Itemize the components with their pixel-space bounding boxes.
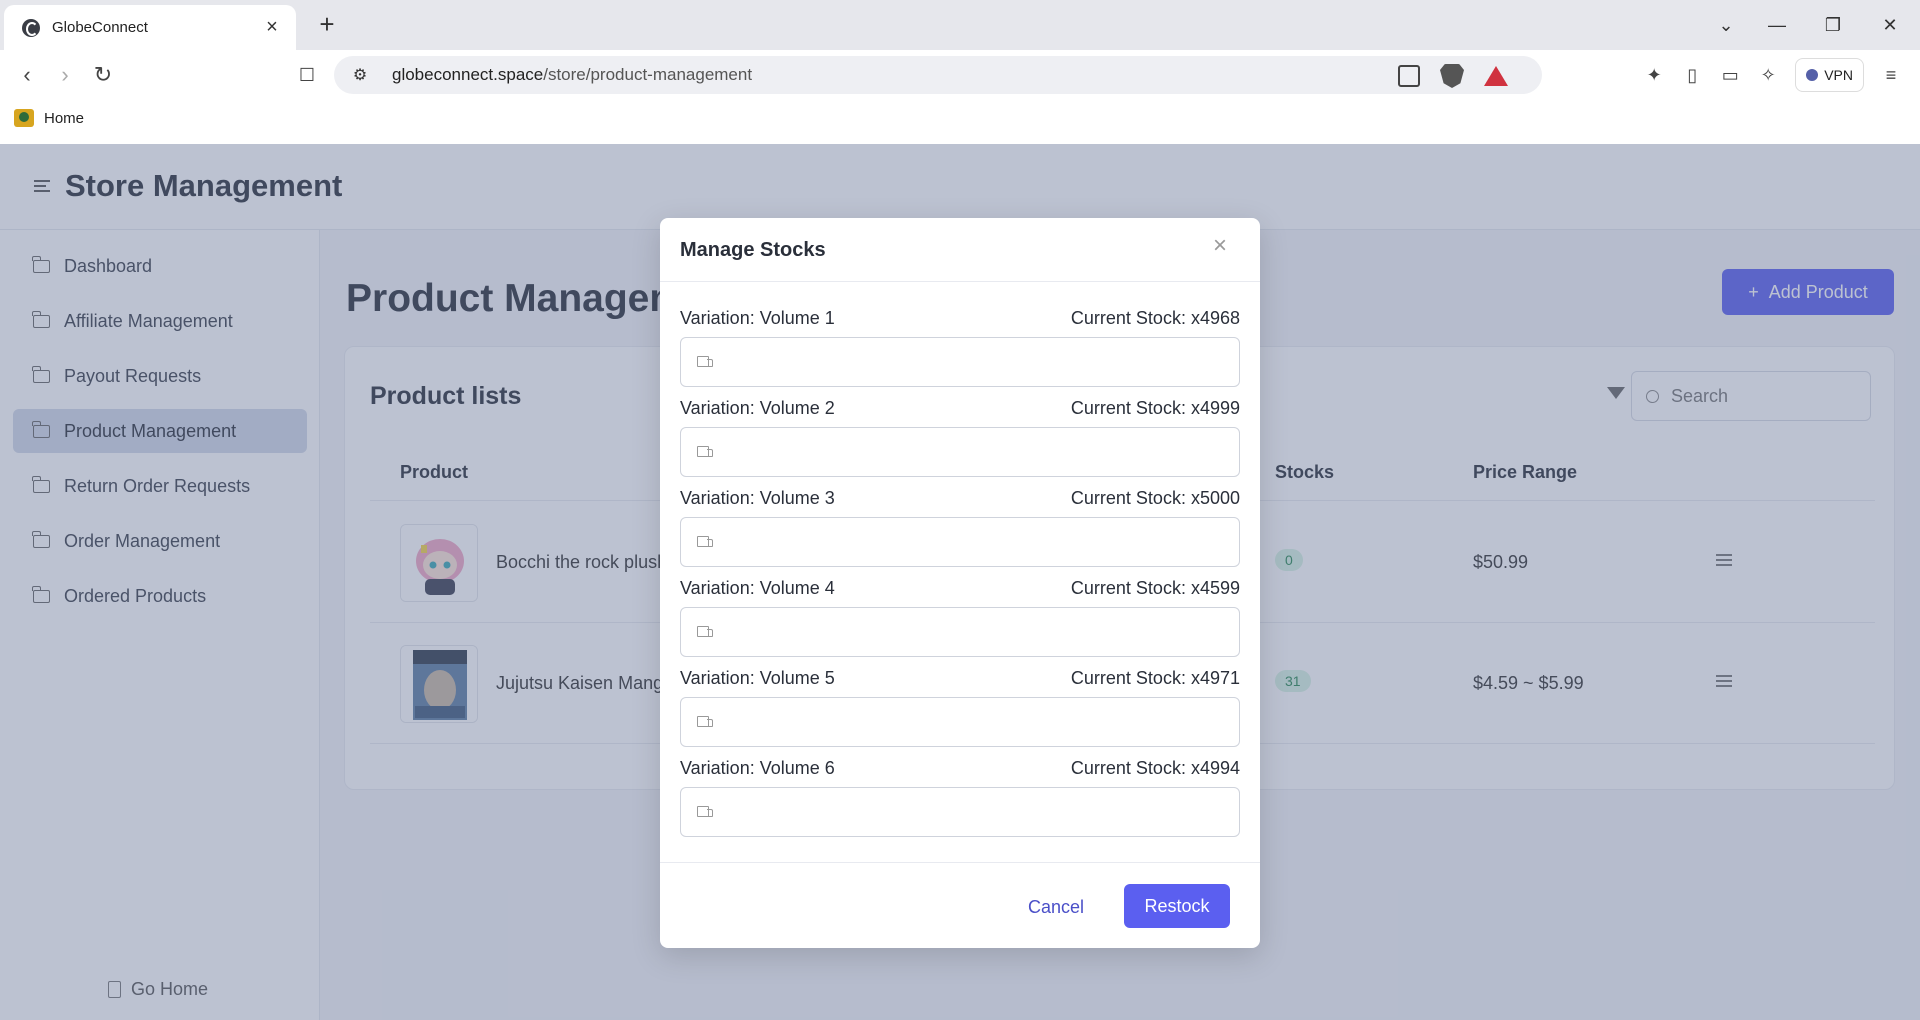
extensions-icon[interactable]: ✦ [1643,64,1665,86]
bookmark-home[interactable]: Home [14,109,84,127]
bookmark-icon[interactable]: ☐ [292,60,322,90]
current-stock: Current Stock: x4971 [1070,668,1240,688]
tab-search-chevron-icon[interactable]: ⌄ [1706,10,1746,40]
current-stock: Current Stock: x4599 [1070,578,1240,598]
restock-quantity-input[interactable] [725,429,1239,475]
restock-quantity-input[interactable] [725,699,1239,745]
url-actions [1398,64,1508,88]
share-icon[interactable] [1398,65,1420,87]
back-icon[interactable]: ‹ [12,60,42,90]
restore-icon[interactable]: ❐ [1813,10,1853,40]
variation-label: Variation: Volume 2 [680,398,835,418]
restock-quantity-input[interactable] [725,519,1239,565]
current-stock: Current Stock: x4999 [1070,398,1240,418]
url-path: /store/product-management [543,65,753,84]
wallet-icon[interactable]: ▭ [1719,64,1741,86]
truck-icon [697,806,713,818]
minimize-icon[interactable]: — [1757,10,1797,40]
tab-title: GlobeConnect [52,19,148,36]
brave-shield-icon[interactable] [1440,64,1464,88]
restock-quantity-field[interactable] [680,607,1240,657]
restock-quantity-field[interactable] [680,697,1240,747]
restock-quantity-input[interactable] [725,789,1239,835]
site-settings-icon[interactable]: ⚙ [348,65,372,85]
url-host: globeconnect.space [392,65,544,84]
restock-quantity-field[interactable] [680,517,1240,567]
variation-label: Variation: Volume 3 [680,488,835,508]
modal-header: Manage Stocks × [660,218,1260,282]
truck-icon [697,716,713,728]
restock-quantity-input[interactable] [725,609,1239,655]
bookmark-folder-icon [14,109,34,127]
restock-quantity-input[interactable] [725,339,1239,385]
leo-ai-icon[interactable]: ✧ [1757,64,1779,86]
browser-tab-bar: GlobeConnect × + ⌄ — ❐ ✕ [0,0,1920,50]
manage-stocks-modal: Manage Stocks × Variation: Volume 1 Curr… [660,218,1260,948]
vpn-button[interactable]: VPN [1795,58,1864,92]
tab-close-icon[interactable]: × [262,16,282,39]
menu-icon[interactable]: ≡ [1880,64,1902,86]
modal-footer: Cancel Restock [660,862,1260,948]
variation-row: Variation: Volume 6 Current Stock: x4994 [680,758,1240,848]
browser-right-icons: ✦ ▯ ▭ ✧ VPN ≡ [1643,58,1902,92]
vpn-status-icon [1806,69,1819,81]
address-bar[interactable]: ⚙ globeconnect.space/store/product-manag… [334,56,1542,94]
current-stock: Current Stock: x5000 [1070,488,1240,508]
truck-icon [697,356,713,368]
current-stock: Current Stock: x4968 [1070,308,1240,328]
modal-title: Manage Stocks [680,239,826,261]
variation-label: Variation: Volume 4 [680,578,835,598]
restock-quantity-field[interactable] [680,337,1240,387]
close-icon[interactable]: × [1210,234,1230,258]
close-window-icon[interactable]: ✕ [1870,10,1910,40]
variation-label: Variation: Volume 5 [680,668,835,688]
brave-rewards-icon[interactable] [1484,66,1508,86]
variation-row: Variation: Volume 1 Current Stock: x4968 [680,308,1240,398]
cancel-button[interactable]: Cancel [1028,885,1084,929]
browser-tab[interactable]: GlobeConnect × [4,5,296,50]
variation-row: Variation: Volume 3 Current Stock: x5000 [680,488,1240,578]
vpn-label: VPN [1824,67,1853,83]
new-tab-icon[interactable]: + [312,10,342,40]
variation-row: Variation: Volume 4 Current Stock: x4599 [680,578,1240,668]
truck-icon [697,446,713,458]
restock-quantity-field[interactable] [680,427,1240,477]
sidebar-icon[interactable]: ▯ [1681,64,1703,86]
forward-icon[interactable]: › [50,60,80,90]
bookmarks-bar: Home [0,100,1920,144]
restock-button[interactable]: Restock [1124,884,1230,928]
variation-label: Variation: Volume 6 [680,758,835,778]
variation-row: Variation: Volume 5 Current Stock: x4971 [680,668,1240,758]
variation-label: Variation: Volume 1 [680,308,835,328]
bookmark-home-label: Home [44,109,85,127]
truck-icon [697,626,713,638]
globe-icon [22,18,40,37]
url-text[interactable]: globeconnect.space/store/product-managem… [392,65,752,85]
reload-icon[interactable]: ↻ [88,60,118,90]
restock-quantity-field[interactable] [680,787,1240,837]
truck-icon [697,536,713,548]
current-stock: Current Stock: x4994 [1070,758,1240,778]
variation-row: Variation: Volume 2 Current Stock: x4999 [680,398,1240,488]
